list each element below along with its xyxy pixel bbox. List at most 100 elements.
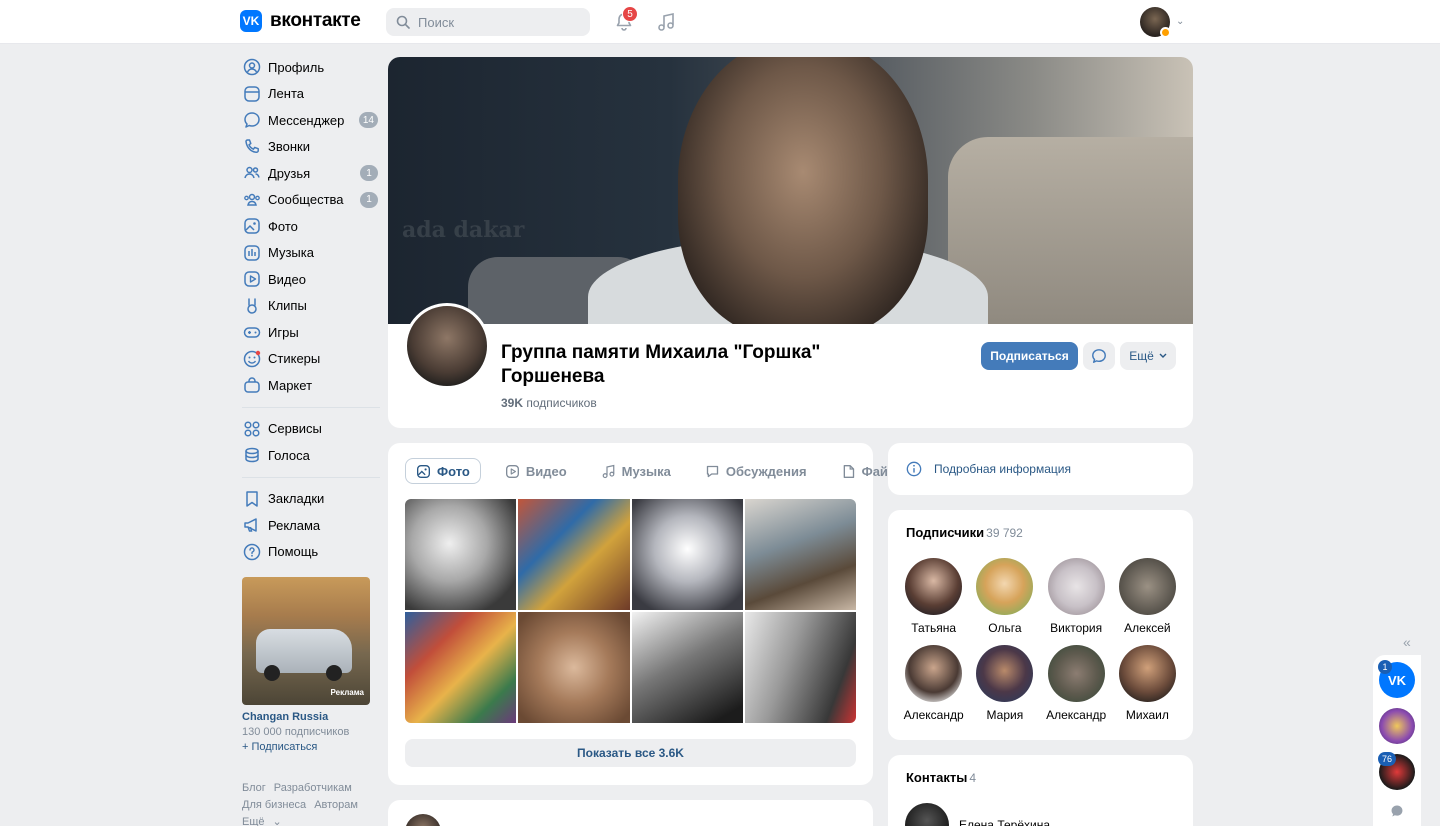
footer-link-blog[interactable]: Блог	[242, 782, 266, 794]
avatar	[976, 645, 1034, 702]
friends-icon	[242, 163, 262, 183]
subscribe-button[interactable]: Подписаться	[981, 342, 1078, 370]
photo-thumbnail[interactable]	[518, 612, 630, 723]
media-tabs: Фото Видео Музыка Обсуждения Файлы	[405, 458, 917, 484]
sidebar-item-label: Стикеры	[268, 351, 321, 367]
group-avatar[interactable]	[404, 303, 490, 389]
avatar	[1118, 645, 1176, 702]
subscriber-item[interactable]: Александр	[1041, 645, 1112, 722]
music-icon[interactable]	[656, 12, 676, 32]
photo-thumbnail[interactable]	[631, 499, 743, 610]
subscriber-item[interactable]: Татьяна	[898, 558, 969, 635]
sidebar-item-help[interactable]: Помощь	[240, 539, 380, 566]
avatar[interactable]	[905, 803, 949, 826]
collapse-chevron-icon[interactable]: «	[1403, 634, 1411, 650]
contact-name[interactable]: Елена Терёхина	[959, 818, 1050, 826]
sidebar-item-music[interactable]: Музыка	[240, 240, 380, 267]
sidebar-item-photos[interactable]: Фото	[240, 213, 380, 240]
subscriber-item[interactable]: Алексей	[1112, 558, 1183, 635]
subscriber-name: Ольга	[988, 621, 1022, 635]
sidebar-item-friends[interactable]: Друзья 1	[240, 160, 380, 187]
photo-icon	[242, 216, 262, 236]
sidebar-item-communities[interactable]: Сообщества 1	[240, 187, 380, 214]
ad-subscribe-link[interactable]: + Подписаться	[242, 741, 317, 753]
user-icon	[242, 57, 262, 77]
feed-icon	[242, 84, 262, 104]
subscriber-item[interactable]: Михаил	[1112, 645, 1183, 722]
post-author-avatar[interactable]	[405, 814, 441, 826]
sidebar-divider	[242, 406, 380, 408]
photo-thumbnail[interactable]	[518, 499, 630, 610]
message-icon	[1092, 349, 1106, 363]
tab-photos[interactable]: Фото	[405, 458, 481, 484]
photo-thumbnail[interactable]	[405, 499, 517, 610]
footer-link-developers[interactable]: Разработчикам	[274, 782, 352, 794]
sidebar-item-label: Музыка	[268, 245, 314, 261]
sidebar-item-label: Лента	[268, 86, 304, 102]
chat-icon[interactable]	[1390, 804, 1404, 818]
search-input[interactable]	[418, 14, 578, 30]
sidebar-item-ads[interactable]: Реклама	[240, 512, 380, 539]
dock-badge: 1	[1378, 660, 1392, 674]
discussion-icon	[706, 465, 719, 477]
message-button[interactable]	[1083, 342, 1115, 370]
tab-label: Обсуждения	[725, 463, 807, 479]
mini-app-icon[interactable]	[1379, 708, 1415, 744]
cover-face-shape	[678, 57, 928, 324]
ad-name-link[interactable]: Changan Russia	[242, 711, 328, 723]
sidebar-item-feed[interactable]: Лента	[240, 81, 380, 108]
footer-link-business[interactable]: Для бизнеса	[242, 799, 306, 811]
sidebar-item-label: Фото	[268, 218, 298, 234]
sidebar-item-votes[interactable]: Голоса	[240, 442, 380, 469]
tab-music[interactable]: Музыка	[591, 458, 681, 484]
sidebar-item-calls[interactable]: Звонки	[240, 134, 380, 161]
file-icon	[843, 464, 854, 478]
chevron-down-icon	[1159, 353, 1167, 358]
sidebar-item-video[interactable]: Видео	[240, 266, 380, 293]
music-icon	[242, 243, 262, 263]
subscribers-title[interactable]: Подписчики 39 792	[906, 525, 1023, 540]
subscriber-item[interactable]: Александр	[898, 645, 969, 722]
photo-thumbnail[interactable]	[744, 499, 856, 610]
tab-discussions[interactable]: Обсуждения	[695, 458, 817, 484]
group-subscribers[interactable]: 39K подписчиков	[501, 396, 597, 410]
subscriber-name: Александр	[1046, 708, 1107, 722]
subscriber-item[interactable]: Мария	[969, 645, 1040, 722]
more-button[interactable]: Ещё	[1120, 342, 1176, 370]
contacts-title[interactable]: Контакты 4	[906, 770, 976, 785]
sidebar-item-messenger[interactable]: Мессенджер 14	[240, 107, 380, 134]
vk-logo[interactable]: VK вконтакте	[240, 10, 361, 32]
photo-thumbnail[interactable]	[405, 612, 517, 723]
ad-image[interactable]: Реклама	[242, 577, 370, 705]
chevron-down-icon[interactable]: ⌄	[1176, 16, 1184, 27]
messenger-count-badge: 14	[358, 112, 378, 129]
sidebar-item-bookmarks[interactable]: Закладки	[240, 486, 380, 513]
gamepad-icon	[242, 322, 262, 342]
photo-thumbnail[interactable]	[631, 612, 743, 723]
sidebar-item-services[interactable]: Сервисы	[240, 416, 380, 443]
sidebar-item-market[interactable]: Маркет	[240, 372, 380, 399]
avatar	[1047, 558, 1105, 615]
ad-car-wheel	[264, 665, 280, 681]
sidebar-item-profile[interactable]: Профиль	[240, 54, 380, 81]
top-header: VK вконтакте 5 ⌄	[0, 0, 1440, 44]
clips-icon	[242, 296, 262, 316]
group-info-link: Подробная информация	[934, 462, 1071, 476]
tab-label: Фото	[437, 463, 470, 479]
photo-thumbnail[interactable]	[744, 612, 856, 723]
show-all-photos-button[interactable]: Показать все 3.6K	[405, 739, 856, 767]
group-info-card[interactable]: Подробная информация	[888, 443, 1193, 495]
cover-watermark: ada dakar	[402, 217, 525, 243]
footer-link-authors[interactable]: Авторам	[314, 799, 358, 811]
sidebar-item-stickers[interactable]: Стикеры	[240, 346, 380, 373]
group-cover-image[interactable]: ada dakar	[388, 57, 1193, 324]
sidebar-item-games[interactable]: Игры	[240, 319, 380, 346]
footer-link-more[interactable]: Ещё	[242, 816, 265, 826]
subscriber-item[interactable]: Ольга	[969, 558, 1040, 635]
subscribers-card: Подписчики 39 792 Татьяна Ольга Виктория …	[888, 510, 1193, 740]
search-box[interactable]	[386, 8, 590, 36]
tab-video[interactable]: Видео	[495, 458, 577, 484]
sidebar-item-clips[interactable]: Клипы	[240, 293, 380, 320]
subscriber-item[interactable]: Виктория	[1041, 558, 1112, 635]
info-icon	[906, 461, 922, 477]
